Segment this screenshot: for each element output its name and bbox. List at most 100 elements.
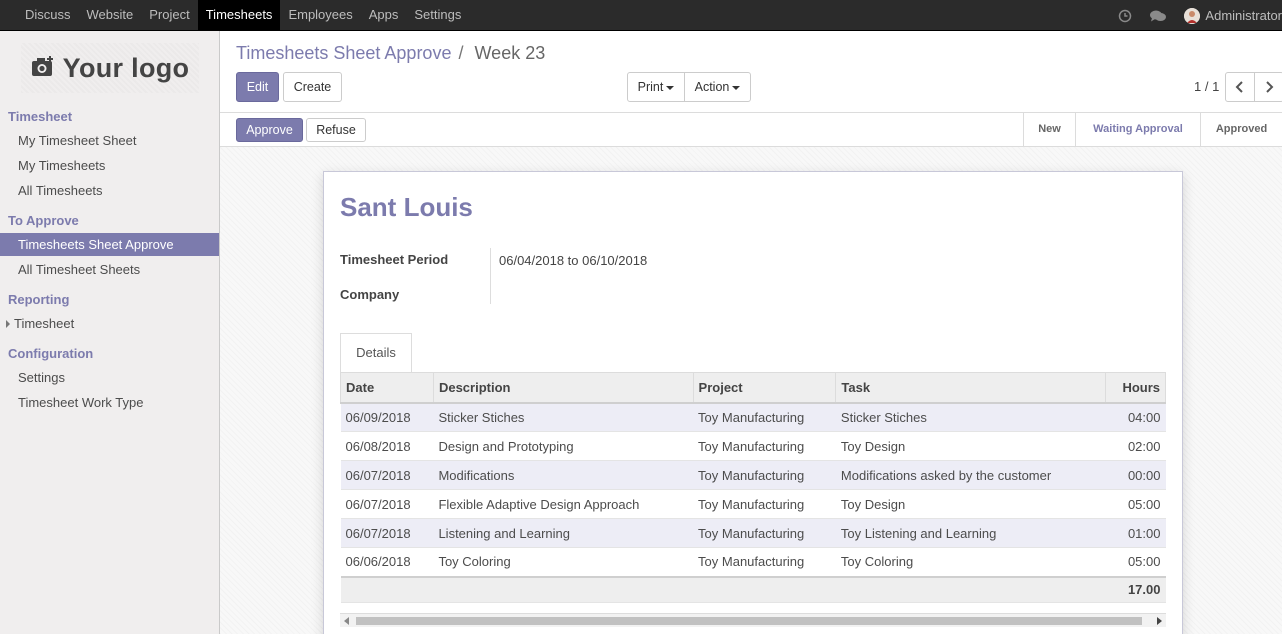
cell-date: 06/08/2018 <box>340 431 434 461</box>
stage-waiting-approval: Waiting Approval <box>1075 113 1200 146</box>
caret-down-icon <box>666 85 675 90</box>
company-logo: Your logo <box>21 43 199 93</box>
menu-project[interactable]: Project <box>141 0 197 30</box>
cell-project: Toy Manufacturing <box>693 402 836 432</box>
cell-description: Toy Coloring <box>433 547 694 577</box>
sidebar-item-timesheets-sheet-approve[interactable]: Timesheets Sheet Approve <box>0 233 219 256</box>
cell-hours: 05:00 <box>1105 489 1166 519</box>
period-label: Timesheet Period <box>340 252 449 267</box>
total-hours: 17.00 <box>1105 575 1166 603</box>
menu-apps[interactable]: Apps <box>361 0 407 30</box>
pager-value[interactable]: 1 / 1 <box>1194 79 1219 94</box>
column-header-hours[interactable]: Hours <box>1105 372 1166 404</box>
print-dropdown[interactable]: Print <box>627 72 685 102</box>
sidebar-section-reporting: Reporting <box>8 292 70 307</box>
timesheet-lines-table: Date Description Project Task Hours 06/0… <box>340 372 1166 603</box>
menu-website[interactable]: Website <box>79 0 142 30</box>
breadcrumb-current: Week 23 <box>474 43 546 63</box>
avatar[interactable] <box>1184 7 1201 24</box>
print-label: Print <box>637 80 664 94</box>
cell-project: Toy Manufacturing <box>693 518 836 548</box>
cell-description: Design and Prototyping <box>433 431 694 461</box>
sidebar-item-timesheet-work-type[interactable]: Timesheet Work Type <box>0 391 219 414</box>
chevron-left-icon <box>1235 81 1243 93</box>
menu-settings[interactable]: Settings <box>406 0 469 30</box>
scroll-right-icon[interactable] <box>1157 617 1162 625</box>
breadcrumb: Timesheets Sheet Approve / Week 23 <box>236 43 545 64</box>
table-row[interactable]: 06/07/2018 Flexible Adaptive Design Appr… <box>340 489 1166 519</box>
scroll-left-icon[interactable] <box>344 617 349 625</box>
scrollbar-thumb[interactable] <box>356 617 1142 625</box>
control-panel: Timesheets Sheet Approve / Week 23 Edit … <box>220 31 1282 113</box>
action-label: Action <box>694 80 730 94</box>
menu-timesheets[interactable]: Timesheets <box>197 0 281 30</box>
cell-description: Flexible Adaptive Design Approach <box>433 489 694 519</box>
table-row[interactable]: 06/07/2018 Modifications Toy Manufacturi… <box>340 460 1166 490</box>
cell-hours: 02:00 <box>1105 431 1166 461</box>
stage-new: New <box>1023 113 1075 146</box>
breadcrumb-link[interactable]: Timesheets Sheet Approve <box>236 43 451 63</box>
column-header-task[interactable]: Task <box>835 372 1106 404</box>
cell-task: Toy Design <box>835 431 1106 461</box>
sidebar-section-timesheet: Timesheet <box>8 109 73 124</box>
cell-date: 06/09/2018 <box>340 402 434 432</box>
chevron-right-icon <box>1266 81 1274 93</box>
caret-down-icon <box>732 85 741 90</box>
column-header-date[interactable]: Date <box>340 372 434 404</box>
user-name[interactable]: Administrator <box>1205 8 1282 23</box>
table-total-row: 17.00 <box>340 575 1166 603</box>
cell-task: Toy Listening and Learning <box>835 518 1106 548</box>
table-row[interactable]: 06/06/2018 Toy Coloring Toy Manufacturin… <box>340 547 1166 577</box>
top-navbar: Discuss Website Project Timesheets Emplo… <box>0 0 1282 31</box>
cell-task: Toy Coloring <box>835 547 1106 577</box>
column-header-description[interactable]: Description <box>432 372 694 404</box>
sidebar-item-settings[interactable]: Settings <box>0 366 219 389</box>
cell-task: Toy Design <box>835 489 1106 519</box>
table-row[interactable]: 06/08/2018 Design and Prototyping Toy Ma… <box>340 431 1166 461</box>
table-row[interactable]: 06/09/2018 Sticker Stiches Toy Manufactu… <box>340 402 1166 432</box>
sidebar-section-configuration: Configuration <box>8 346 94 361</box>
camera-icon <box>31 55 55 81</box>
period-value: 06/04/2018 to 06/10/2018 <box>499 253 648 268</box>
pager-next-button[interactable] <box>1254 72 1282 102</box>
action-dropdown[interactable]: Action <box>684 72 751 102</box>
refuse-button[interactable]: Refuse <box>306 118 366 142</box>
employee-name: Sant Louis <box>340 192 473 222</box>
top-menu: Discuss Website Project Timesheets Emplo… <box>17 0 469 31</box>
sidebar-item-reporting-timesheet[interactable]: Timesheet <box>0 312 219 335</box>
status-stages: New Waiting Approval Approved <box>1023 113 1282 147</box>
sidebar-item-my-timesheets[interactable]: My Timesheets <box>0 154 219 177</box>
sidebar-section-to-approve: To Approve <box>8 213 79 228</box>
topbar-right: Administrator <box>1118 0 1282 31</box>
menu-discuss[interactable]: Discuss <box>17 0 79 30</box>
cell-project: Toy Manufacturing <box>693 547 836 577</box>
cell-description: Listening and Learning <box>433 518 694 548</box>
sidebar-item-my-timesheet-sheet[interactable]: My Timesheet Sheet <box>0 129 219 152</box>
stage-approved: Approved <box>1200 113 1282 146</box>
cell-project: Toy Manufacturing <box>693 489 836 519</box>
create-button[interactable]: Create <box>283 72 342 102</box>
column-header-project[interactable]: Project <box>692 372 837 404</box>
cell-project: Toy Manufacturing <box>693 431 836 461</box>
pager-previous-button[interactable] <box>1225 72 1255 102</box>
chat-icon[interactable] <box>1149 9 1167 23</box>
form-sheet: Sant Louis Timesheet Period Company 06/0… <box>323 171 1183 634</box>
clock-icon[interactable] <box>1118 9 1132 23</box>
cell-description: Sticker Stiches <box>433 402 694 432</box>
sidebar-item-all-timesheet-sheets[interactable]: All Timesheet Sheets <box>0 258 219 281</box>
tab-details[interactable]: Details <box>340 333 412 373</box>
cell-task: Modifications asked by the customer <box>835 460 1106 490</box>
caret-right-icon <box>6 320 10 328</box>
approve-button[interactable]: Approve <box>236 118 303 142</box>
edit-button[interactable]: Edit <box>236 72 279 102</box>
table-header-row: Date Description Project Task Hours <box>340 372 1166 404</box>
status-bar: Approve Refuse New Waiting Approval Appr… <box>220 113 1282 147</box>
menu-employees[interactable]: Employees <box>280 0 360 30</box>
table-row[interactable]: 06/07/2018 Listening and Learning Toy Ma… <box>340 518 1166 548</box>
breadcrumb-separator: / <box>458 43 464 63</box>
cell-task: Sticker Stiches <box>835 402 1106 432</box>
sidebar-item-all-timesheets[interactable]: All Timesheets <box>0 179 219 202</box>
cell-date: 06/06/2018 <box>340 547 434 577</box>
horizontal-scrollbar[interactable] <box>340 613 1166 627</box>
cell-project: Toy Manufacturing <box>693 460 836 490</box>
